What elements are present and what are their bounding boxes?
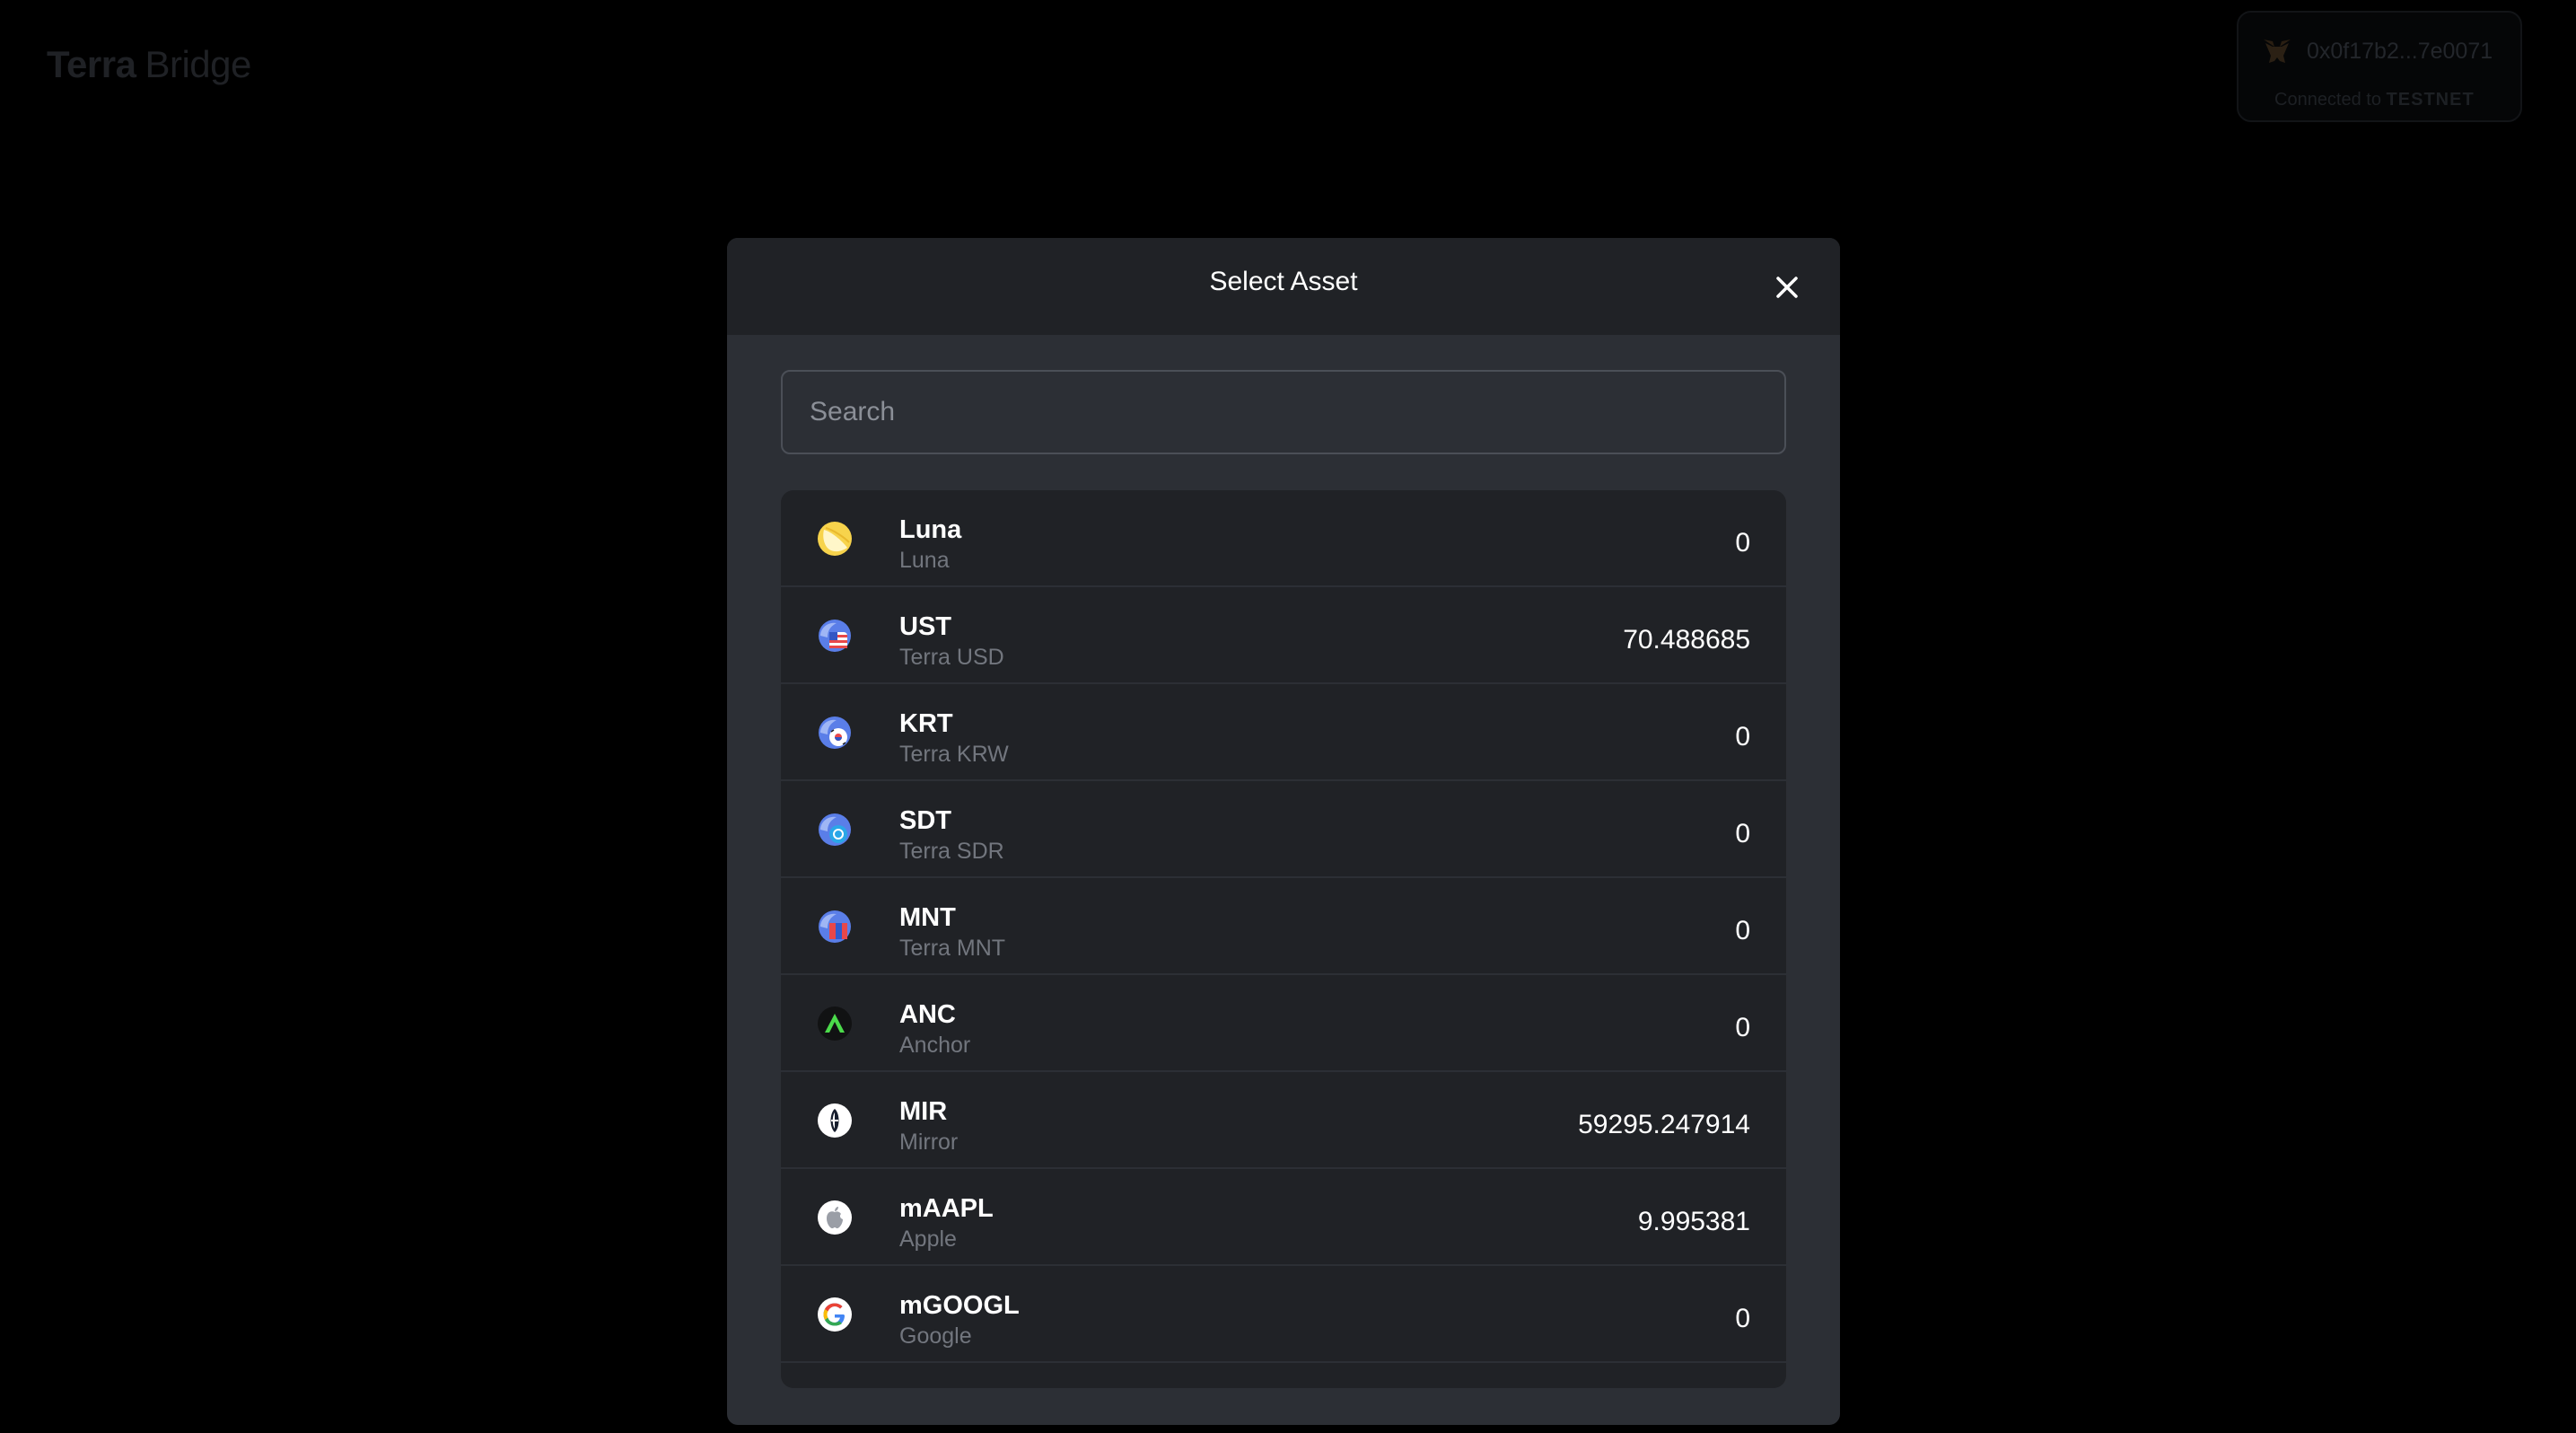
asset-symbol: Luna [899, 515, 962, 544]
select-asset-modal: Select Asset Luna Luna 0 [727, 238, 1840, 1425]
wallet-address: 0x0f17b2...7e0071 [2307, 38, 2493, 64]
asset-balance: 0 [1735, 916, 1750, 945]
asset-balance: 0 [1735, 1304, 1750, 1333]
logo-text-light: Bridge [145, 43, 251, 85]
close-button[interactable] [1770, 270, 1804, 304]
terra-bridge-logo: Terra Bridge [47, 43, 251, 86]
asset-name: Apple [899, 1226, 957, 1252]
asset-row-anc[interactable]: ANC Anchor 0 [781, 975, 1786, 1072]
asset-symbol: mAAPL [899, 1194, 994, 1223]
asset-name: Terra MNT [899, 936, 1006, 961]
asset-balance: 70.488685 [1623, 625, 1750, 655]
network-name: TESTNET [2386, 90, 2475, 110]
anchor-icon [818, 1007, 852, 1041]
asset-balance: 0 [1735, 1013, 1750, 1042]
wallet-row: 0x0f17b2...7e0071 [2262, 38, 2493, 65]
asset-row-ust[interactable]: UST Terra USD 70.488685 [781, 587, 1786, 684]
asset-name: Terra USD [899, 645, 1004, 670]
asset-name: Terra SDR [899, 839, 1004, 864]
metamask-fox-icon [2264, 40, 2291, 63]
asset-symbol: ANC [899, 1000, 956, 1029]
logo-text-bold: Terra [47, 43, 136, 85]
asset-name: Luna [899, 548, 950, 573]
app-header: Terra Bridge 0x0f17b2...7e0071 Connected … [0, 0, 2576, 135]
asset-row-sdt[interactable]: SDT Terra SDR 0 [781, 781, 1786, 878]
asset-balance: 0 [1735, 722, 1750, 752]
luna-icon [818, 522, 852, 556]
google-icon [818, 1297, 852, 1332]
asset-row-luna[interactable]: Luna Luna 0 [781, 490, 1786, 587]
asset-row-mnt[interactable]: MNT Terra MNT 0 [781, 878, 1786, 975]
asset-row-mgoogl[interactable]: mGOOGL Google 0 [781, 1266, 1786, 1363]
asset-name: Terra KRW [899, 742, 1009, 767]
search-field [781, 370, 1786, 454]
search-input[interactable] [783, 372, 1784, 453]
apple-icon [818, 1200, 852, 1235]
network-status: Connected to TESTNET [2274, 90, 2475, 110]
network-prefix: Connected to [2274, 90, 2381, 110]
mirror-icon [818, 1103, 852, 1138]
asset-symbol: UST [899, 612, 951, 641]
asset-name: Anchor [899, 1033, 971, 1058]
asset-symbol: SDT [899, 806, 951, 835]
asset-balance: 0 [1735, 819, 1750, 848]
krt-icon [819, 716, 851, 749]
asset-balance: 59295.247914 [1578, 1110, 1750, 1139]
modal-header: Select Asset [727, 238, 1840, 335]
asset-symbol: MIR [899, 1097, 948, 1126]
asset-row-mir[interactable]: MIR Mirror 59295.247914 [781, 1072, 1786, 1169]
asset-balance: 0 [1735, 528, 1750, 558]
asset-row-maapl[interactable]: mAAPL Apple 9.995381 [781, 1169, 1786, 1266]
wallet-connection-box[interactable]: 0x0f17b2...7e0071 Connected to TESTNET [2237, 11, 2522, 122]
asset-symbol: MNT [899, 903, 956, 932]
sdt-icon [819, 813, 851, 846]
asset-row-krt[interactable]: KRT Terra KRW 0 [781, 684, 1786, 781]
asset-name: Google [899, 1323, 972, 1349]
ust-icon [819, 620, 851, 652]
asset-symbol: mGOOGL [899, 1291, 1020, 1320]
asset-name: Mirror [899, 1130, 959, 1155]
modal-title: Select Asset [1209, 267, 1358, 296]
asset-list: Luna Luna 0 UST Terra USD 70.488685 KRT … [781, 490, 1786, 1388]
mnt-icon [819, 910, 851, 943]
close-icon [1776, 277, 1798, 298]
asset-symbol: KRT [899, 709, 953, 738]
asset-balance: 9.995381 [1637, 1207, 1750, 1236]
